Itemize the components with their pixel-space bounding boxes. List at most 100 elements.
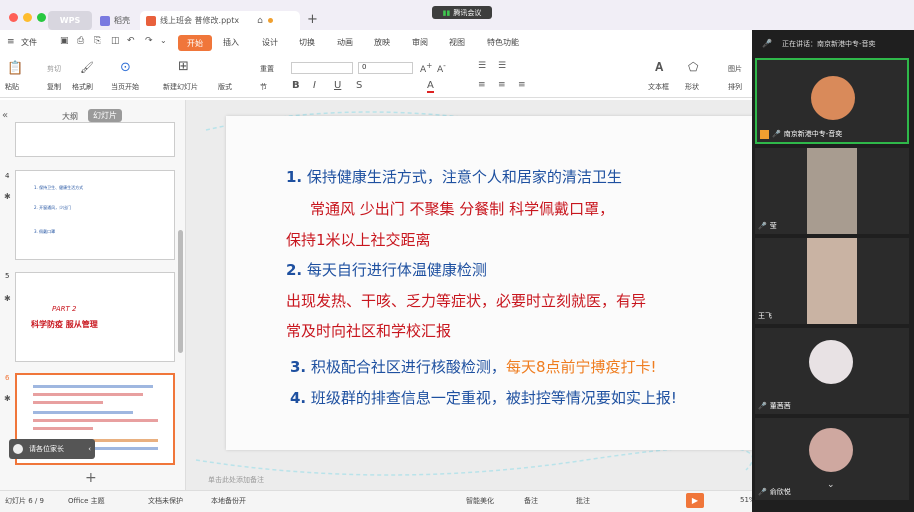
slide-number-6: 6: [5, 374, 10, 382]
copy-button[interactable]: 复制: [47, 82, 61, 92]
slide-item-2-detail-a[interactable]: 出现发热、干咳、乏力等症状，必要时立刻就医，有异: [286, 290, 646, 311]
chevron-left-icon[interactable]: ‹: [88, 445, 91, 453]
slide-item-2-detail-b[interactable]: 常及时向社区和学校汇报: [286, 320, 451, 341]
shape-label[interactable]: 形状: [685, 82, 699, 92]
textbox-icon[interactable]: 𝐀: [655, 60, 663, 75]
tab-document[interactable]: 线上班会 普修改.pptx ⌂: [140, 11, 300, 30]
strikethrough-icon[interactable]: S: [356, 80, 362, 91]
notes-button[interactable]: 备注: [524, 496, 538, 506]
tab-slides[interactable]: 幻灯片: [88, 109, 122, 122]
font-name-select[interactable]: [291, 62, 353, 74]
notes-area[interactable]: 单击此处添加备注: [208, 475, 264, 485]
participant-tile-1[interactable]: 🎤 南京新港中专-音奕: [755, 58, 909, 144]
new-slide-icon[interactable]: ⊞: [178, 59, 189, 74]
slide-item-1-detail-a[interactable]: 常通风 少出门 不聚集 分餐制 科学佩戴口罩，: [310, 198, 614, 219]
participant-tile-5[interactable]: ⌄ 🎤 俞欣悦: [755, 418, 909, 500]
tab-outline[interactable]: 大纲: [62, 111, 78, 122]
participant-tile-4[interactable]: 🎤 董茜茜: [755, 328, 909, 414]
format-painter-icon[interactable]: 🖌: [80, 61, 94, 74]
section-button[interactable]: 节: [260, 82, 267, 92]
play-slideshow-button[interactable]: ▶: [686, 493, 704, 508]
slide-thumbnail-3[interactable]: [15, 122, 175, 157]
undo-icon[interactable]: ↶: [127, 36, 135, 46]
bold-icon[interactable]: B: [292, 80, 300, 91]
menu-animation[interactable]: 动画: [337, 37, 353, 48]
menu-transition[interactable]: 切换: [299, 37, 315, 48]
numbered-list-icon[interactable]: ☰: [498, 61, 506, 71]
theme-name[interactable]: Office 主题: [68, 496, 105, 506]
document-protection[interactable]: 文档未保护: [148, 496, 183, 506]
slide-item-1-detail-b[interactable]: 保持1米以上社交距离: [286, 229, 431, 250]
italic-icon[interactable]: I: [313, 80, 316, 91]
hamburger-icon[interactable]: ≡: [7, 37, 15, 47]
save-icon[interactable]: ▣: [60, 36, 69, 46]
format-painter-label[interactable]: 格式刷: [72, 82, 93, 92]
font-size-select[interactable]: 0: [358, 62, 413, 74]
font-color-icon[interactable]: A: [427, 80, 434, 93]
menu-insert[interactable]: 插入: [223, 37, 239, 48]
mic-muted-icon: 🎤: [758, 222, 767, 230]
bullet-list-icon[interactable]: ☰: [478, 61, 486, 71]
align-right-icon[interactable]: ≡: [518, 80, 526, 90]
add-slide-button[interactable]: +: [85, 470, 97, 486]
participant-tile-2[interactable]: 🎤 莹: [755, 148, 909, 234]
print-icon[interactable]: ⎘: [94, 36, 101, 46]
cut-button[interactable]: 剪切: [47, 64, 61, 74]
align-left-icon[interactable]: ≡: [478, 80, 486, 90]
align-center-icon[interactable]: ≡: [498, 80, 506, 90]
slide-item-4[interactable]: 4. 班级群的排查信息一定重视，被封控等情况要如实上报!: [290, 387, 677, 408]
menu-view[interactable]: 视图: [449, 37, 465, 48]
tab-wps[interactable]: WPS: [48, 11, 92, 30]
more-icon[interactable]: ⌄: [160, 36, 167, 45]
new-slide-label[interactable]: 新建幻灯片: [163, 82, 198, 92]
current-slide[interactable]: 1. 保持健康生活方式，注意个人和居家的清洁卫生 常通风 少出门 不聚集 分餐制…: [226, 116, 754, 450]
backup-status[interactable]: 本地备份开: [211, 496, 246, 506]
home-icon[interactable]: ⌂: [257, 16, 263, 26]
mic-muted-icon: 🎤: [758, 402, 767, 410]
export-icon[interactable]: ⎙: [77, 36, 84, 46]
participant-tile-3[interactable]: 王飞: [755, 238, 909, 324]
scrollbar[interactable]: [178, 230, 183, 353]
comment-text: 请各位家长: [29, 445, 64, 453]
layout-button[interactable]: 版式: [218, 82, 232, 92]
slide-thumbnail-4[interactable]: 1. 保持卫生、健康生活方式 2. 开窗通风，少出门 3. 佩戴口罩: [15, 170, 175, 260]
picture-button[interactable]: 图片: [728, 64, 742, 74]
shape-icon[interactable]: ⬠: [688, 60, 698, 74]
new-tab-button[interactable]: +: [307, 12, 318, 27]
preview-icon[interactable]: ◫: [111, 36, 120, 46]
smart-beautify-button[interactable]: 智能美化: [466, 496, 494, 506]
collapse-panel-icon[interactable]: «: [2, 110, 8, 121]
title-bar: WPS 稻壳 线上班会 普修改.pptx ⌂ + ▮▮ 腾讯会议: [0, 0, 914, 30]
tab-daoke[interactable]: 稻壳: [100, 11, 138, 30]
reset-button[interactable]: 重置: [260, 64, 274, 74]
textbox-label[interactable]: 文本框: [648, 82, 669, 92]
menu-slideshow[interactable]: 放映: [374, 37, 390, 48]
grow-font-icon[interactable]: A+: [420, 61, 432, 75]
redo-icon[interactable]: ↷: [145, 36, 153, 46]
menu-file[interactable]: 文件: [21, 37, 37, 48]
comments-button[interactable]: 批注: [576, 496, 590, 506]
slide-item-1[interactable]: 1. 保持健康生活方式，注意个人和居家的清洁卫生: [286, 166, 622, 187]
slide-item-2[interactable]: 2. 每天自行进行体温健康检测: [286, 259, 487, 280]
shrink-font-icon[interactable]: A-: [437, 61, 446, 75]
menu-review[interactable]: 审阅: [412, 37, 428, 48]
maximize-window-button[interactable]: [37, 13, 46, 22]
paste-icon[interactable]: 📋: [7, 61, 23, 76]
meeting-indicator[interactable]: ▮▮ 腾讯会议: [432, 6, 492, 19]
play-icon[interactable]: ⊙: [120, 60, 131, 75]
minimize-window-button[interactable]: [23, 13, 32, 22]
play-from-current-label[interactable]: 当页开始: [111, 82, 139, 92]
paste-label[interactable]: 粘贴: [5, 82, 19, 92]
chevron-down-icon[interactable]: ⌄: [827, 480, 835, 490]
arrange-button[interactable]: 排列: [728, 82, 742, 92]
menu-design[interactable]: 设计: [262, 37, 278, 48]
thumb-text-block: [33, 393, 143, 396]
menu-features[interactable]: 特色功能: [487, 37, 519, 48]
slide-thumbnail-5[interactable]: PART 2 科学防疫 服从管理: [15, 272, 175, 362]
close-window-button[interactable]: [9, 13, 18, 22]
slide-item-3[interactable]: 3. 积极配合社区进行核酸检测，每天8点前宁搏疫打卡!: [290, 356, 657, 377]
menu-start[interactable]: 开始: [178, 35, 212, 51]
underline-icon[interactable]: U: [334, 80, 341, 91]
thumb-text-block: [33, 411, 133, 414]
comment-popup[interactable]: 请各位家长 ‹: [9, 439, 95, 459]
